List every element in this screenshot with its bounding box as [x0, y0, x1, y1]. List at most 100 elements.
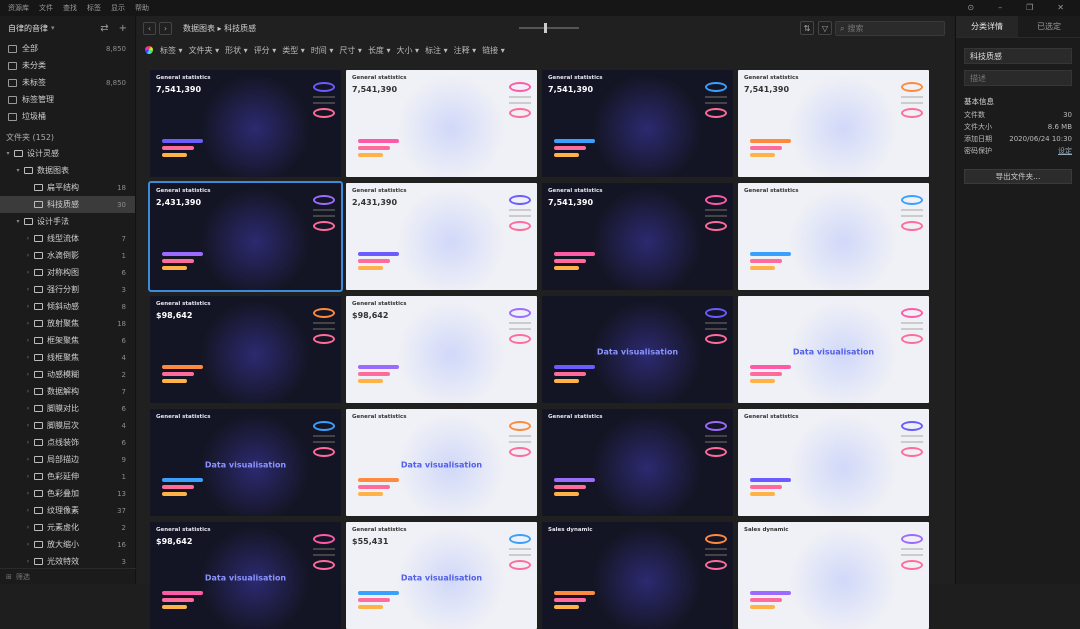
sidebar-item[interactable]: 未标签 8,850 — [0, 74, 135, 91]
folder-name-field[interactable]: 科技质感 — [964, 48, 1072, 64]
breadcrumb[interactable]: 数据图表 ▸ 科技质感 — [183, 23, 256, 34]
folder-description-field[interactable]: 描述 — [964, 70, 1072, 86]
filter-time[interactable]: 时间 ▾ — [311, 45, 334, 56]
library-switcher[interactable]: 自律的音律 ▾ ⇄ + — [0, 16, 135, 40]
filter-link[interactable]: 链接 ▾ — [482, 45, 505, 56]
twisty-icon[interactable]: › — [24, 524, 32, 531]
folder-item[interactable]: › 线框聚焦 4 — [0, 349, 135, 366]
thumbnail[interactable]: General statistics $98,642 — [150, 296, 341, 403]
filter-annotation[interactable]: 标注 ▾ — [425, 45, 448, 56]
twisty-icon[interactable]: › — [24, 303, 32, 310]
thumbnail[interactable]: General statistics 2,431,390 — [346, 183, 537, 290]
folder-item[interactable]: › 放射聚焦 18 — [0, 315, 135, 332]
folder-item[interactable]: › 对称构图 6 — [0, 264, 135, 281]
twisty-icon[interactable]: › — [24, 490, 32, 497]
twisty-icon[interactable]: › — [24, 252, 32, 259]
twisty-icon[interactable]: › — [24, 405, 32, 412]
color-filter-icon[interactable] — [145, 46, 153, 54]
folder-item[interactable]: › 动感模糊 2 — [0, 366, 135, 383]
filter-shape[interactable]: 形状 ▾ — [225, 45, 248, 56]
pin-icon[interactable]: ⊙ — [967, 3, 974, 12]
thumbnail[interactable]: Sales dynamic — [542, 522, 733, 629]
folder-item[interactable]: › 框架聚焦 6 — [0, 332, 135, 349]
sort-icon[interactable]: ⇅ — [800, 21, 814, 35]
thumbnail[interactable]: General statistics Data visualisation — [150, 409, 341, 516]
thumbnail[interactable]: General statistics — [738, 183, 929, 290]
filter-type[interactable]: 类型 ▾ — [282, 45, 305, 56]
sync-icon[interactable]: ⇄ — [100, 23, 108, 34]
filter-funnel-icon[interactable]: ▽ — [818, 21, 832, 35]
folder-item[interactable]: ▾ 数据图表 — [0, 162, 135, 179]
menu-tags[interactable]: 标签 — [87, 3, 101, 13]
thumbnail[interactable]: General statistics $55,431 Data visualisat… — [346, 522, 537, 629]
twisty-icon[interactable]: › — [24, 439, 32, 446]
tab-category-detail[interactable]: 分类详情 — [956, 16, 1018, 37]
twisty-icon[interactable]: ▾ — [4, 150, 12, 157]
folder-item[interactable]: › 水滴倒影 1 — [0, 247, 135, 264]
search-input[interactable] — [847, 24, 928, 33]
folder-item[interactable]: › 线型流体 7 — [0, 230, 135, 247]
twisty-icon[interactable]: › — [24, 337, 32, 344]
menu-help[interactable]: 帮助 — [135, 3, 149, 13]
twisty-icon[interactable]: › — [24, 507, 32, 514]
filter-footer[interactable]: ⊞ 筛选 — [0, 568, 136, 584]
close-icon[interactable]: ✕ — [1057, 3, 1064, 12]
folder-item[interactable]: 科技质感 30 — [0, 196, 135, 213]
tab-selected[interactable]: 已选定 — [1018, 16, 1080, 37]
forward-button[interactable]: › — [159, 21, 172, 35]
thumbnail[interactable]: Sales dynamic — [738, 522, 929, 629]
menu-find[interactable]: 查找 — [63, 3, 77, 13]
twisty-icon[interactable]: › — [24, 354, 32, 361]
twisty-icon[interactable]: ▾ — [14, 167, 22, 174]
maximize-icon[interactable]: ❐ — [1026, 3, 1033, 12]
folder-item[interactable]: › 色彩叠加 13 — [0, 485, 135, 502]
twisty-icon[interactable]: › — [24, 388, 32, 395]
filter-tags[interactable]: 标签 ▾ — [160, 45, 183, 56]
filter-notes[interactable]: 注释 ▾ — [454, 45, 477, 56]
thumbnail[interactable]: General statistics 7,541,390 — [738, 70, 929, 177]
folder-item[interactable]: › 元素虚化 2 — [0, 519, 135, 536]
thumbnail[interactable]: General statistics 2,431,390 — [148, 181, 343, 292]
twisty-icon[interactable]: › — [24, 320, 32, 327]
twisty-icon[interactable]: › — [24, 422, 32, 429]
zoom-slider-knob[interactable] — [544, 23, 547, 33]
filter-folder[interactable]: 文件夹 ▾ — [189, 45, 220, 56]
thumbnail[interactable]: General statistics — [542, 409, 733, 516]
twisty-icon[interactable]: › — [24, 473, 32, 480]
twisty-icon[interactable]: › — [24, 269, 32, 276]
twisty-icon[interactable]: › — [24, 456, 32, 463]
thumbnail[interactable]: Data visualisation — [738, 296, 929, 403]
thumbnail[interactable]: General statistics — [738, 409, 929, 516]
thumbnail[interactable]: Data visualisation — [542, 296, 733, 403]
export-folder-button[interactable]: 导出文件夹... — [964, 169, 1072, 184]
sidebar-item[interactable]: 未分类 — [0, 57, 135, 74]
sidebar-item[interactable]: 标签管理 — [0, 91, 135, 108]
folder-item[interactable]: › 放大缩小 16 — [0, 536, 135, 553]
menu-file[interactable]: 文件 — [39, 3, 53, 13]
filter-length[interactable]: 长度 ▾ — [368, 45, 391, 56]
filter-size[interactable]: 尺寸 ▾ — [339, 45, 362, 56]
folder-item[interactable]: › 脚膜层次 4 — [0, 417, 135, 434]
thumbnail[interactable]: General statistics $98,642 — [346, 296, 537, 403]
twisty-icon[interactable]: › — [24, 541, 32, 548]
folder-item[interactable]: › 色彩延伸 1 — [0, 468, 135, 485]
zoom-slider[interactable] — [519, 23, 579, 33]
folder-item[interactable]: › 倾斜动感 8 — [0, 298, 135, 315]
folder-item[interactable]: › 局部描边 9 — [0, 451, 135, 468]
twisty-icon[interactable]: › — [24, 286, 32, 293]
thumbnail[interactable]: General statistics 7,541,390 — [542, 70, 733, 177]
folder-item[interactable]: ▾ 设计手法 — [0, 213, 135, 230]
twisty-icon[interactable]: › — [24, 371, 32, 378]
folder-item[interactable]: 扁平结构 18 — [0, 179, 135, 196]
thumbnail[interactable]: General statistics Data visualisation — [346, 409, 537, 516]
folder-item[interactable]: › 纹理像素 37 — [0, 502, 135, 519]
folders-header[interactable]: 文件夹 (152) — [0, 129, 135, 145]
add-icon[interactable]: + — [119, 23, 127, 34]
info-value[interactable]: 设定 — [1058, 146, 1072, 156]
menu-view[interactable]: 显示 — [111, 3, 125, 13]
filter-rating[interactable]: 评分 ▾ — [254, 45, 277, 56]
back-button[interactable]: ‹ — [143, 21, 156, 35]
folder-item[interactable]: › 脚膜对比 6 — [0, 400, 135, 417]
folder-item[interactable]: ▾ 设计灵感 — [0, 145, 135, 162]
search-box[interactable]: ⌕ — [835, 21, 945, 36]
